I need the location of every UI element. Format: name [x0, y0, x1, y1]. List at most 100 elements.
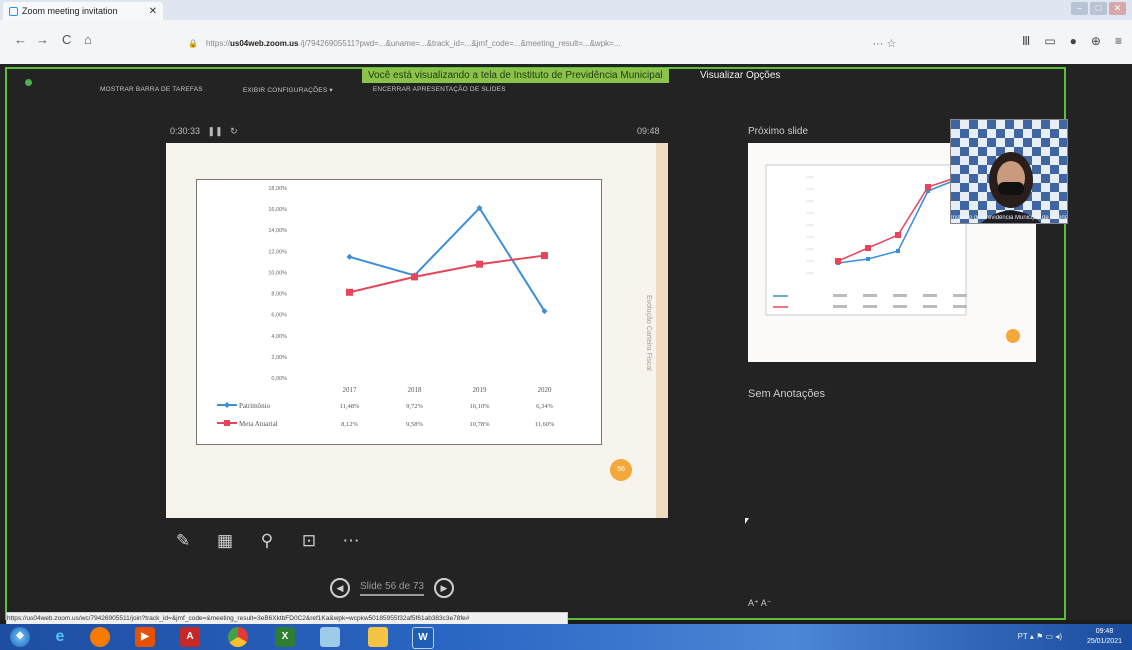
share-banner: Você está visualizando a tela de Institu… — [362, 68, 669, 83]
security-shield-icon[interactable] — [25, 79, 32, 86]
next-slide-button[interactable]: ▶ — [433, 578, 454, 598]
library-icon[interactable]: Ⅲ — [1022, 34, 1030, 48]
url-bar[interactable]: 🔒 https:// us04web.zoom.us /j/7942690551… — [184, 33, 904, 53]
timer-value: 0:30:33 — [170, 126, 201, 136]
system-tray[interactable]: PT ▴ ⚑ ▭ ◂) — [1018, 632, 1062, 641]
firefox-icon[interactable] — [90, 627, 110, 647]
legend-label: Patrimônio — [239, 402, 271, 410]
pause-icon[interactable]: ❚❚ — [203, 126, 223, 136]
acrobat-icon[interactable]: A — [180, 627, 200, 647]
mini-table-cell — [893, 294, 907, 297]
video-background — [951, 120, 1067, 223]
data-table-cell: 11,48% — [340, 403, 360, 410]
pen-icon[interactable]: ✎ — [172, 530, 194, 552]
participant-video[interactable]: Instituto de Previdência Municipal de Ub… — [950, 119, 1068, 224]
data-point — [346, 288, 353, 296]
notes-font-size-controls[interactable]: A⁺ A⁻ — [748, 598, 772, 609]
mini-table-cell — [863, 305, 877, 308]
more-options-icon[interactable]: ⋯ — [340, 530, 362, 552]
forward-icon[interactable]: → — [36, 32, 49, 47]
mini-table-cell — [953, 294, 967, 297]
browser-tab-bar: Zoom meeting invitation ✕ – □ ✕ — [0, 0, 1132, 20]
y-tick-label: 16,00% — [268, 207, 287, 213]
url-prefix: https:// — [205, 38, 230, 48]
back-icon[interactable]: ← — [14, 32, 27, 47]
display-settings-button[interactable]: EXIBIR CONFIGURAÇÕES ▾ — [243, 86, 333, 94]
extension-icon[interactable]: ● — [1070, 34, 1077, 48]
legend-marker — [224, 402, 230, 408]
clock-time: 09:48 — [1095, 628, 1114, 635]
mini-table-cell — [863, 294, 877, 297]
media-player-icon[interactable]: ▶ — [135, 627, 155, 647]
url-host: us04web.zoom.us — [229, 38, 299, 48]
mini-table-cell — [893, 305, 907, 308]
close-window-button[interactable]: ✕ — [1109, 2, 1126, 15]
slide-edge-decoration — [656, 143, 668, 518]
home-icon[interactable]: ⌂ — [84, 32, 92, 47]
mini-point — [896, 249, 900, 253]
legend-label: Meta Atuarial — [239, 420, 278, 428]
slide-navigation: ◀ Slide 56 de 73 ▶ — [330, 578, 454, 598]
y-tick-label: 0,00% — [271, 376, 287, 382]
internet-explorer-icon[interactable]: e — [50, 627, 70, 647]
data-point — [541, 252, 548, 260]
mini-point — [925, 184, 931, 190]
reader-icon[interactable]: ▭ — [1044, 34, 1055, 48]
browser-tab[interactable]: Zoom meeting invitation ✕ — [3, 2, 163, 20]
slide-tools: ✎ ▦ ⚲ ⊡ ⋯ — [172, 530, 362, 552]
slide-page-badge: 56 — [610, 459, 632, 481]
chrome-icon[interactable] — [228, 627, 248, 647]
chart-container: 0,00% 2,00% 4,00% 6,00% 8,00% 10,00% 12,00% 14,… — [196, 179, 602, 445]
lock-icon: 🔒 — [188, 38, 198, 48]
end-slideshow-button[interactable]: ENCERRAR APRESENTAÇÃO DE SLIDES — [373, 86, 506, 94]
reload-icon[interactable]: C — [62, 32, 71, 47]
face-mask — [998, 182, 1024, 195]
y-tick-label: 2,00% — [271, 355, 287, 361]
system-clock[interactable]: 09:48 25/01/2021 — [1087, 627, 1122, 647]
maximize-button[interactable]: □ — [1090, 2, 1107, 15]
show-taskbar-button[interactable]: MOSTRAR BARRA DE TAREFAS — [100, 86, 203, 94]
clock-date: 25/01/2021 — [1086, 638, 1122, 645]
speaker-notes: Sem Anotações — [748, 388, 826, 400]
start-button-icon[interactable]: ❖ — [10, 627, 30, 647]
menu-icon[interactable]: ≡ — [1115, 34, 1122, 48]
mini-table-cell — [953, 305, 967, 308]
next-slide-badge — [1006, 329, 1020, 343]
mini-point — [866, 257, 870, 261]
file-explorer-icon[interactable] — [368, 627, 388, 647]
zoom-favicon-icon — [9, 6, 18, 16]
account-icon[interactable]: ⊕ — [1091, 34, 1101, 48]
notes-app-icon[interactable] — [320, 627, 340, 647]
x-tick-label: 2017 — [343, 386, 358, 394]
y-tick-label: 4,00% — [271, 334, 287, 340]
presenter-clock: 09:48 — [637, 126, 660, 136]
y-tick-label: 12,00% — [268, 249, 287, 255]
minimize-button[interactable]: – — [1071, 2, 1088, 15]
page-actions-icon[interactable]: ··· ☆ — [872, 37, 896, 50]
view-options-button[interactable]: Visualizar Opções — [700, 68, 780, 83]
x-tick-label: 2020 — [538, 386, 553, 394]
previous-slide-button[interactable]: ◀ — [330, 578, 350, 598]
url-path: /j/79426905511?pwd=...&uname=...&track_i… — [300, 38, 621, 48]
browser-toolbar-right: Ⅲ ▭ ● ⊕ ≡ — [1022, 34, 1122, 48]
tab-close-icon[interactable]: ✕ — [149, 6, 157, 17]
see-all-slides-icon[interactable]: ▦ — [214, 530, 236, 552]
slide-counter[interactable]: Slide 56 de 73 — [360, 581, 424, 596]
series-line-2 — [349, 254, 545, 294]
excel-icon[interactable]: X — [275, 627, 295, 647]
mini-table-cell — [923, 294, 937, 297]
data-point — [476, 260, 483, 268]
data-point — [411, 273, 418, 281]
window-controls: – □ ✕ — [1071, 2, 1126, 15]
data-table-cell: 10,78% — [469, 421, 490, 428]
next-slide-label: Próximo slide — [748, 126, 809, 137]
data-table-cell: 11,60% — [535, 421, 555, 428]
data-table-cell: 9,58% — [406, 421, 423, 428]
x-tick-label: 2019 — [473, 386, 488, 394]
word-icon[interactable]: W — [412, 627, 434, 649]
browser-nav-bar: ← → C ⌂ 🔒 https:// us04web.zoom.us /j/79… — [0, 20, 1132, 65]
black-screen-icon[interactable]: ⊡ — [298, 530, 320, 552]
zoom-magnifier-icon[interactable]: ⚲ — [256, 530, 278, 552]
reset-timer-icon[interactable]: ↻ — [225, 126, 238, 136]
participant-name: Instituto de Previdência Municipal de Ub… — [951, 215, 1067, 221]
